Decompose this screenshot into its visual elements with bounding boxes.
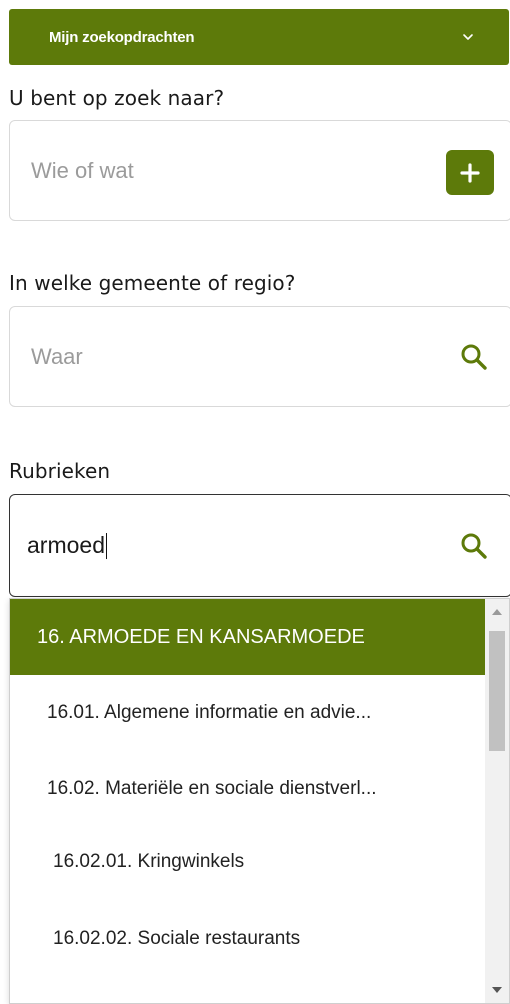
scrollbar[interactable] (485, 599, 509, 1003)
search-icon[interactable] (459, 342, 489, 372)
suggestion-item[interactable]: 16.02.02. Sociale restaurants (10, 901, 486, 977)
search-icon[interactable] (459, 531, 489, 561)
scroll-thumb[interactable] (489, 631, 505, 751)
plus-icon (460, 162, 480, 183)
categories-value: armoed (27, 531, 105, 558)
text-caret (105, 533, 108, 560)
where-placeholder: Waar (31, 343, 83, 369)
categories-input[interactable]: armoed (9, 494, 510, 597)
where-label: In welke gemeente of regio? (9, 271, 296, 295)
my-searches-label: Mijn zoekopdrachten (49, 28, 195, 46)
chevron-down-icon (463, 34, 473, 40)
suggestion-item[interactable]: 16.01. Algemene informatie en advie... (10, 675, 486, 751)
categories-value-wrapper: armoed (27, 531, 108, 560)
search-panel: Mijn zoekopdrachten U bent op zoek naar?… (0, 0, 510, 1004)
suggestion-item[interactable]: 16.02.01. Kringwinkels (10, 824, 486, 900)
who-label: U bent op zoek naar? (9, 86, 225, 110)
scroll-down-icon[interactable] (491, 985, 503, 995)
where-input[interactable]: Waar (9, 306, 510, 407)
who-input[interactable]: Wie of wat (9, 120, 510, 221)
categories-suggestions: 16. ARMOEDE EN KANSARMOEDE 16.01. Algeme… (9, 598, 510, 1004)
my-searches-dropdown[interactable]: Mijn zoekopdrachten (9, 9, 509, 65)
add-button[interactable] (446, 150, 494, 195)
suggestion-item[interactable]: 16.02. Materiële en sociale dienstverl..… (10, 751, 486, 827)
who-placeholder: Wie of wat (31, 157, 134, 183)
suggestion-item[interactable]: 16. ARMOEDE EN KANSARMOEDE (10, 599, 486, 675)
scroll-up-icon[interactable] (491, 607, 503, 617)
categories-label: Rubrieken (9, 459, 111, 483)
